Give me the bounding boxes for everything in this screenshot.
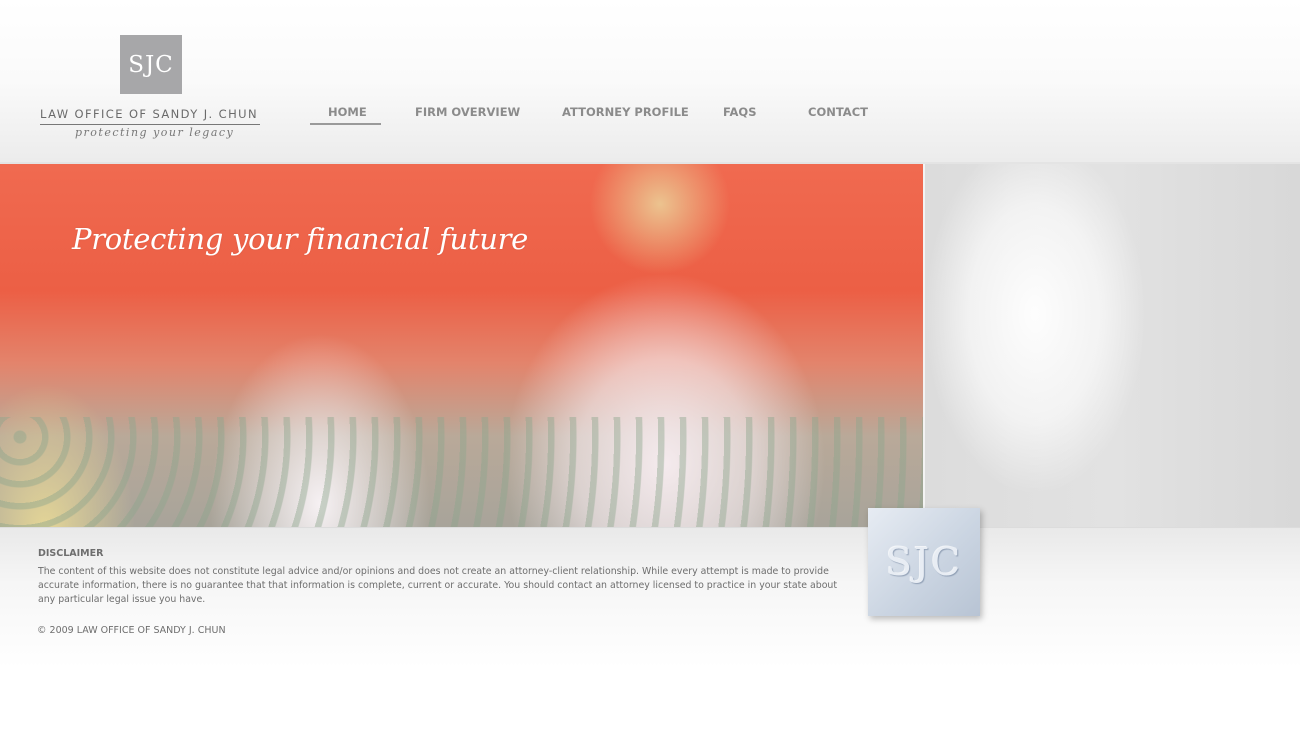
badge-monogram: SJC	[885, 540, 963, 584]
sjc-badge: SJC	[868, 508, 980, 616]
hero-caption: Protecting your financial future	[72, 222, 529, 256]
nav-item-home[interactable]: HOME	[328, 105, 367, 119]
hero-side-image	[925, 164, 1300, 527]
hero-poppy-field	[0, 417, 923, 527]
nav-item-attorney-profile[interactable]: ATTORNEY PROFILE	[562, 105, 689, 119]
firm-tagline: protecting your legacy	[75, 126, 235, 139]
hero-banner-image: Protecting your financial future	[0, 164, 923, 527]
site-header	[0, 0, 1300, 164]
active-nav-underline	[310, 123, 381, 125]
nav-item-contact[interactable]: CONTACT	[808, 105, 868, 119]
nav-item-firm-overview[interactable]: FIRM OVERVIEW	[415, 105, 520, 119]
copyright-text: © 2009 LAW OFFICE OF SANDY J. CHUN	[37, 625, 226, 636]
logo-monogram: SJC	[128, 51, 174, 78]
nav-item-faqs[interactable]: FAQS	[723, 105, 757, 119]
disclaimer-title: DISCLAIMER	[38, 548, 104, 559]
logo-monogram-box[interactable]: SJC	[120, 35, 182, 94]
main-nav: HOME FIRM OVERVIEW ATTORNEY PROFILE FAQS…	[0, 105, 900, 125]
page: SJC LAW OFFICE OF SANDY J. CHUN protecti…	[0, 0, 1300, 731]
disclaimer-text: The content of this website does not con…	[38, 566, 838, 605]
